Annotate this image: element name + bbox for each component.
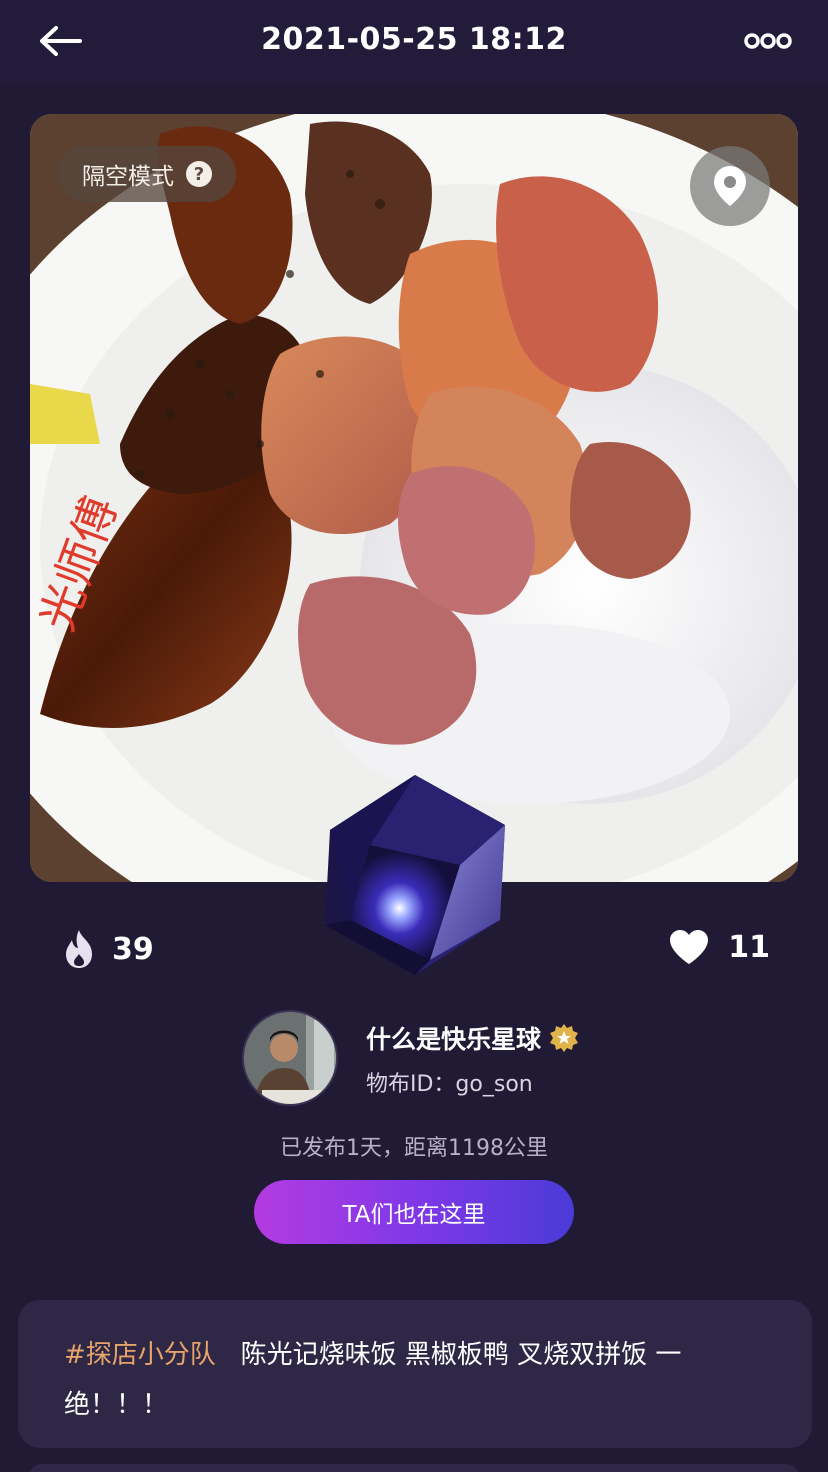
also-here-button[interactable]: TA们也在这里 xyxy=(254,1180,574,1244)
top-bar: 2021-05-25 18:12 xyxy=(0,0,828,82)
heat-stat[interactable]: 39 xyxy=(62,928,154,970)
help-icon[interactable]: ? xyxy=(186,161,212,187)
post-content-card: #探店小分队 陈光记烧味饭 黑椒板鸭 叉烧双拼饭 一绝！！！ xyxy=(18,1300,812,1448)
page-title: 2021-05-25 18:12 xyxy=(261,22,567,57)
avatar-photo xyxy=(244,1012,336,1104)
more-button[interactable] xyxy=(738,20,798,62)
post-meta: 已发布1天，距离1198公里 xyxy=(280,1136,548,1161)
like-count: 11 xyxy=(728,929,770,965)
heat-count: 39 xyxy=(112,931,154,967)
username[interactable]: 什么是快乐星球 xyxy=(366,1020,579,1056)
more-dots-icon xyxy=(744,33,792,49)
stealth-mode-label: 隔空模式 xyxy=(82,164,174,190)
food-photo: 光师傅 xyxy=(30,114,798,882)
like-stat[interactable]: 11 xyxy=(668,928,770,966)
bottom-sheet-edge xyxy=(28,1464,800,1472)
heart-icon xyxy=(670,930,709,964)
avatar[interactable] xyxy=(242,1010,338,1106)
flame-icon xyxy=(66,930,92,968)
verified-badge-icon xyxy=(550,1024,579,1052)
username-text: 什么是快乐星球 xyxy=(366,1025,542,1054)
location-button[interactable] xyxy=(690,146,770,226)
post-text: #探店小分队 陈光记烧味饭 黑椒板鸭 叉烧双拼饭 一绝！！！ xyxy=(64,1330,782,1430)
hashtag-link[interactable]: #探店小分队 xyxy=(64,1340,216,1370)
user-id: 物布ID：go_son xyxy=(366,1072,533,1097)
map-pin-icon xyxy=(714,166,746,206)
crystal-gem-icon[interactable] xyxy=(310,770,520,980)
post-photo[interactable]: 光师傅 隔空模式 ? xyxy=(30,114,798,882)
stealth-mode-toggle[interactable]: 隔空模式 ? xyxy=(58,146,236,202)
